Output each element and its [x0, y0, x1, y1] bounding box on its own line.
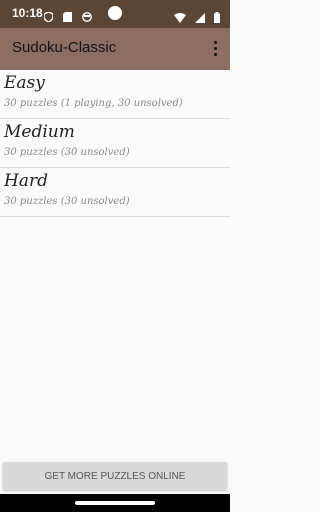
level-info: 30 puzzles (30 unsolved): [4, 196, 130, 207]
level-info: 30 puzzles (30 unsolved): [4, 147, 130, 158]
get-more-puzzles-button[interactable]: GET MORE PUZZLES ONLINE: [3, 462, 227, 490]
level-item-hard[interactable]: Hard 30 puzzles (30 unsolved): [0, 168, 230, 217]
status-icons-right: [170, 7, 220, 27]
battery-icon: [214, 8, 220, 27]
level-item-medium[interactable]: Medium 30 puzzles (30 unsolved): [0, 119, 230, 168]
level-name: Hard: [4, 171, 48, 191]
level-name: Medium: [4, 122, 75, 142]
app-bar: Sudoku-Classic: [0, 28, 230, 70]
app-title: Sudoku-Classic: [12, 39, 117, 56]
navigation-bar: [0, 494, 230, 512]
face-icon: [82, 11, 93, 22]
home-gesture-handle[interactable]: [75, 501, 155, 505]
status-icons-left: [44, 6, 96, 25]
level-item-easy[interactable]: Easy 30 puzzles (1 playing, 30 unsolved): [0, 70, 230, 119]
overflow-menu-icon[interactable]: [214, 41, 218, 57]
sd-card-icon: [63, 11, 73, 22]
signal-icon: [194, 8, 205, 27]
wifi-icon: [173, 8, 186, 27]
camera-cutout: [108, 6, 122, 20]
level-list: Easy 30 puzzles (1 playing, 30 unsolved)…: [0, 70, 230, 217]
shield-icon: [44, 11, 53, 22]
status-time: 10:18: [12, 6, 43, 20]
status-bar: 10:18: [0, 0, 230, 28]
level-name: Easy: [4, 73, 45, 93]
level-info: 30 puzzles (1 playing, 30 unsolved): [4, 98, 183, 109]
